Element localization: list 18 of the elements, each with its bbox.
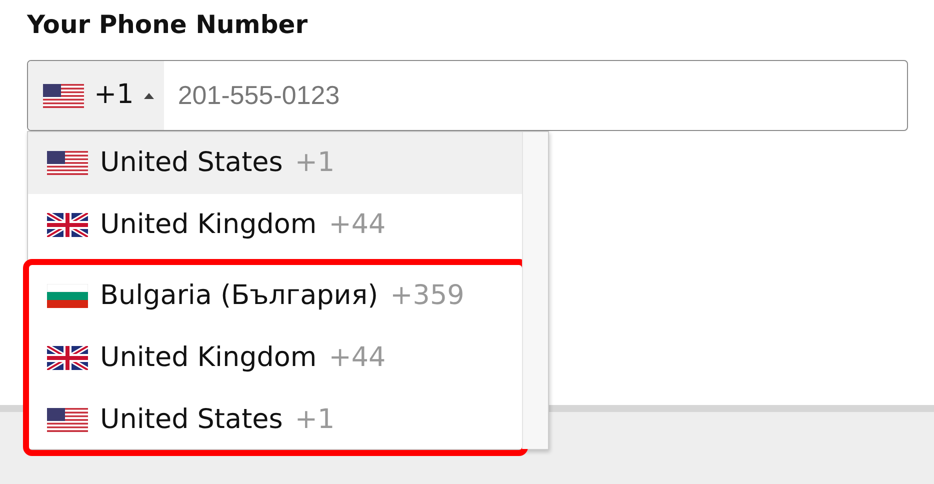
country-name: Bulgaria (България) bbox=[100, 278, 378, 313]
dial-code: +1 bbox=[294, 402, 335, 437]
field-label: Your Phone Number bbox=[27, 9, 309, 41]
country-option[interactable]: United States +1 bbox=[28, 132, 522, 194]
dial-code: +359 bbox=[390, 278, 464, 313]
country-option[interactable]: Bulgaria (България) +359 bbox=[28, 265, 523, 327]
country-code-button[interactable]: +1 bbox=[28, 61, 164, 130]
country-option[interactable]: United Kingdom +44 bbox=[28, 194, 522, 256]
country-name: United Kingdom bbox=[100, 208, 317, 242]
country-name: United States bbox=[100, 402, 283, 437]
country-name: United States bbox=[100, 146, 283, 180]
country-option[interactable]: United States +1 bbox=[28, 389, 523, 451]
dial-code: +44 bbox=[328, 208, 386, 242]
country-name: United Kingdom bbox=[100, 340, 317, 375]
caret-icon bbox=[144, 92, 154, 98]
dial-code: +1 bbox=[294, 146, 335, 180]
dial-code: +44 bbox=[328, 340, 386, 375]
country-option[interactable]: United Kingdom +44 bbox=[28, 327, 523, 389]
